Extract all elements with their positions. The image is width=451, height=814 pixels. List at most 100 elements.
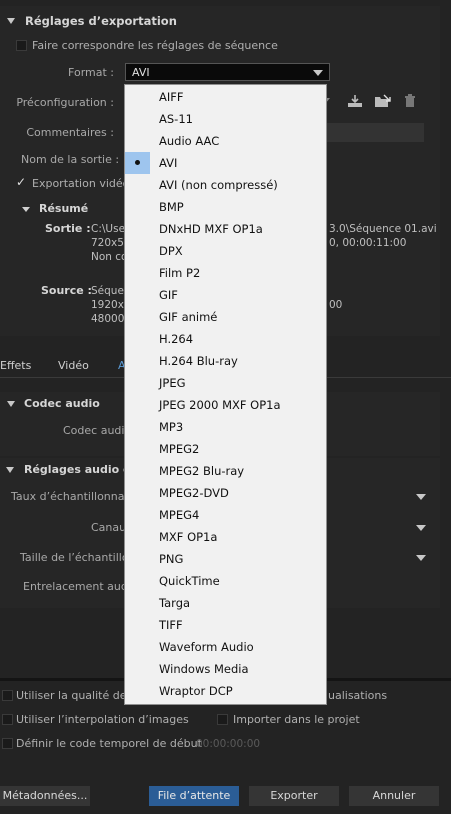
- chevron-down-icon: [313, 70, 323, 76]
- format-select-value: AVI: [132, 66, 150, 79]
- format-menu-item[interactable]: JPEG 2000 MXF OP1a: [125, 394, 326, 416]
- tab-video[interactable]: Vidéo: [58, 359, 89, 372]
- format-menu-item[interactable]: TIFF: [125, 614, 326, 636]
- format-menu-item-label: H.264: [159, 332, 194, 346]
- collapse-summary-icon[interactable]: [22, 207, 30, 212]
- format-menu-item[interactable]: MPEG2: [125, 438, 326, 460]
- format-menu-item[interactable]: H.264: [125, 328, 326, 350]
- format-menu-item-label: MPEG2 Blu-ray: [159, 464, 245, 478]
- output-line2-right: 0, 00:00:11:00: [329, 237, 407, 249]
- export-video-label: Exportation vidéo: [32, 177, 130, 190]
- frame-interpolation-checkbox[interactable]: [2, 714, 13, 725]
- format-menu-item-label: DNxHD MXF OP1a: [159, 222, 263, 236]
- output-summary-label: Sortie :: [45, 222, 91, 235]
- start-timecode-value[interactable]: 00:00:00:00: [196, 738, 260, 750]
- format-menu-item-label: Film P2: [159, 266, 201, 280]
- format-menu-item[interactable]: GIF: [125, 284, 326, 306]
- format-menu-item[interactable]: DPX: [125, 240, 326, 262]
- format-menu-item[interactable]: MP3: [125, 416, 326, 438]
- format-dropdown-menu: AIFF AS-11 Audio AAC AVI AVI (non compressé)…: [124, 84, 327, 705]
- format-menu-item-label: MP3: [159, 420, 184, 434]
- channels-chevron-down-icon[interactable]: [416, 525, 426, 531]
- max-quality-label: Utiliser la qualité de: [16, 689, 127, 702]
- sample-rate-label: Taux d’échantillonnage: [11, 490, 139, 503]
- metadata-button[interactable]: Métadonnées...: [0, 786, 90, 806]
- output-line1-right: 3.0\Séquence 01.avi: [329, 223, 437, 235]
- interleave-label: Entrelacement audio: [23, 580, 138, 593]
- queue-button[interactable]: File d’attente: [149, 786, 239, 806]
- cancel-button[interactable]: Annuler: [349, 786, 439, 806]
- audio-codec-label: Codec audio: [63, 424, 132, 437]
- start-timecode-checkbox[interactable]: [2, 738, 13, 749]
- save-preset-icon[interactable]: [347, 94, 363, 108]
- format-menu-item[interactable]: H.264 Blu-ray: [125, 350, 326, 372]
- format-menu-item-label: TIFF: [159, 618, 183, 632]
- frame-interpolation-label: Utiliser l’interpolation d’images: [16, 713, 189, 726]
- format-select[interactable]: AVI: [125, 63, 330, 81]
- source-line2-right: 00: [329, 299, 343, 311]
- format-menu-item[interactable]: DNxHD MXF OP1a: [125, 218, 326, 240]
- delete-preset-icon[interactable]: [404, 94, 416, 108]
- format-menu-item[interactable]: Audio AAC: [125, 130, 326, 152]
- format-menu-item-label: JPEG 2000 MXF OP1a: [159, 398, 281, 412]
- comments-input[interactable]: [320, 123, 424, 142]
- output-line3-left: Non co: [91, 251, 128, 263]
- selected-bullet-icon: [125, 152, 150, 174]
- max-quality-checkbox[interactable]: [2, 690, 13, 701]
- format-menu-item[interactable]: Targa: [125, 592, 326, 614]
- export-button[interactable]: Exporter: [249, 786, 339, 806]
- format-menu-item[interactable]: MPEG2 Blu-ray: [125, 460, 326, 482]
- format-menu-item[interactable]: JPEG: [125, 372, 326, 394]
- match-sequence-label: Faire correspondre les réglages de séque…: [32, 39, 278, 52]
- format-menu-item-label: QuickTime: [159, 574, 220, 588]
- output-line1-left: C:\Use: [91, 223, 126, 235]
- format-menu-item-label: Wraptor DCP: [159, 684, 233, 698]
- format-menu-item[interactable]: AIFF: [125, 86, 326, 108]
- format-menu-item[interactable]: MPEG2-DVD: [125, 482, 326, 504]
- export-video-checkbox[interactable]: ✓: [16, 176, 27, 188]
- format-menu-item-label: Windows Media: [159, 662, 249, 676]
- sample-size-chevron-down-icon[interactable]: [416, 555, 426, 561]
- format-menu-item-label: AVI: [159, 156, 178, 170]
- format-menu-item[interactable]: QuickTime: [125, 570, 326, 592]
- collapse-export-settings-icon[interactable]: [7, 18, 15, 24]
- collapse-audio-settings-icon[interactable]: [6, 467, 14, 473]
- format-menu-item[interactable]: Waveform Audio: [125, 636, 326, 658]
- format-menu-item[interactable]: PNG: [125, 548, 326, 570]
- format-menu-item-label: MPEG4: [159, 508, 200, 522]
- format-menu-item[interactable]: Windows Media: [125, 658, 326, 680]
- format-menu-item[interactable]: MXF OP1a: [125, 526, 326, 548]
- format-menu-item[interactable]: BMP: [125, 196, 326, 218]
- format-menu-item-label: MXF OP1a: [159, 530, 218, 544]
- format-menu-item[interactable]: GIF animé: [125, 306, 326, 328]
- format-menu-item-label: GIF: [159, 288, 178, 302]
- source-summary-label: Source :: [41, 284, 92, 297]
- format-menu-item-label: H.264 Blu-ray: [159, 354, 238, 368]
- output-name-label: Nom de la sortie :: [21, 153, 120, 166]
- format-menu-item-label: JPEG: [159, 376, 186, 390]
- format-menu-item-label: Audio AAC: [159, 134, 220, 148]
- tab-effects[interactable]: Effets: [0, 359, 31, 372]
- previews-label: ualisations: [328, 689, 388, 702]
- format-menu-item-label: AS-11: [159, 112, 193, 126]
- source-line3: 48000: [91, 313, 125, 325]
- sample-rate-chevron-down-icon[interactable]: [416, 494, 426, 500]
- preset-label: Préconfiguration :: [16, 96, 114, 109]
- format-menu-item[interactable]: Film P2: [125, 262, 326, 284]
- format-menu-item[interactable]: MPEG4: [125, 504, 326, 526]
- format-menu-item[interactable]: AS-11: [125, 108, 326, 130]
- start-timecode-label: Définir le code temporel de début: [16, 737, 202, 750]
- collapse-audio-codec-icon[interactable]: [7, 401, 15, 407]
- match-sequence-checkbox[interactable]: [16, 40, 27, 51]
- import-project-label: Importer dans le projet: [233, 713, 360, 726]
- import-preset-icon[interactable]: [374, 94, 392, 109]
- format-menu-item-label: PNG: [159, 552, 184, 566]
- format-menu-item[interactable]: AVI: [125, 152, 326, 174]
- format-menu-item[interactable]: Wraptor DCP: [125, 680, 326, 702]
- format-menu-item[interactable]: AVI (non compressé): [125, 174, 326, 196]
- import-project-checkbox[interactable]: [217, 714, 228, 725]
- format-menu-item-label: GIF animé: [159, 310, 218, 324]
- export-settings-title: Réglages d’exportation: [25, 14, 177, 28]
- sample-size-label: Taille de l’échantillon: [20, 551, 136, 564]
- audio-settings-title: Réglages audio de: [24, 463, 139, 476]
